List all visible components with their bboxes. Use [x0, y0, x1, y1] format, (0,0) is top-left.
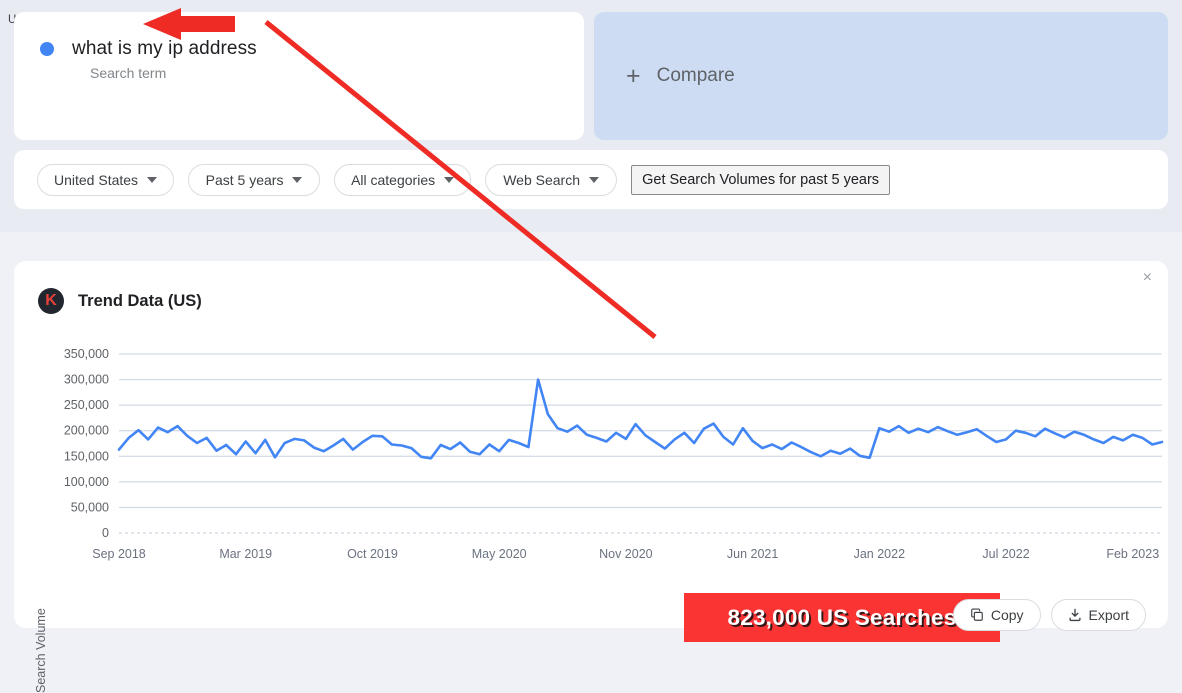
x-axis-tick-label: Feb 2023 — [1106, 547, 1159, 561]
trend-line-chart: 0 50,000 100,000 150,000 200,000 250,000 300,0… — [64, 347, 1164, 561]
get-search-volumes-button[interactable]: Get Search Volumes for past 5 years — [631, 164, 891, 195]
filter-chip-country-label: United States — [54, 171, 139, 188]
filter-chip-timerange[interactable]: Past 5 years — [188, 163, 321, 196]
x-axis-tick-label: Jan 2022 — [854, 547, 905, 561]
search-term-subtitle: Search term — [90, 65, 167, 81]
chevron-down-icon — [589, 176, 599, 183]
filter-chip-category-label: All categories — [351, 171, 436, 188]
x-axis-tick-label: Mar 2019 — [219, 547, 272, 561]
search-term-card[interactable]: what is my ip address Search term — [14, 12, 584, 140]
y-axis-tick-label: 200,000 — [64, 424, 109, 438]
compare-label: Compare — [656, 65, 735, 86]
get-search-volumes-label: Get Search Volumes for past 5 years — [642, 171, 880, 188]
chevron-down-icon — [444, 176, 455, 183]
filter-chip-country[interactable]: United States — [37, 163, 175, 196]
y-axis-tick-label: 100,000 — [64, 475, 109, 489]
x-axis-tick-label: May 2020 — [472, 547, 527, 561]
chevron-down-icon — [292, 176, 303, 183]
brand-logo-icon: K — [38, 288, 64, 314]
close-icon[interactable]: × — [1143, 270, 1152, 286]
chevron-down-icon — [147, 176, 158, 183]
filter-chip-searchtype[interactable]: Web Search — [485, 163, 618, 196]
page-title: Trend Data (US) — [78, 291, 202, 310]
y-axis-tick-label: 350,000 — [64, 347, 109, 361]
search-term-row: what is my ip address — [40, 38, 584, 60]
x-axis-tick-label: Jun 2021 — [727, 547, 778, 561]
compare-card[interactable]: + Compare — [594, 12, 1168, 140]
plus-icon: + — [626, 61, 641, 90]
series-color-dot — [40, 42, 54, 56]
search-term-label: what is my ip address — [72, 38, 257, 59]
top-cards-row: what is my ip address Search term + Comp… — [14, 12, 1168, 140]
x-axis-tick-label: Nov 2020 — [599, 547, 653, 561]
x-axis-tick-label: Sep 2018 — [92, 547, 146, 561]
chart-header: K Trend Data (US) — [38, 288, 202, 314]
y-axis-tick-label: 250,000 — [64, 398, 109, 412]
filter-chip-timerange-label: Past 5 years — [205, 171, 284, 188]
x-axis-tick-label: Jul 2022 — [982, 547, 1029, 561]
series-line-what-is-my-ip-address — [117, 378, 1164, 460]
y-axis-tick-label: 50,000 — [71, 500, 109, 514]
y-axis-tick-label: 300,000 — [64, 373, 109, 387]
y-axis-tick-label: 150,000 — [64, 449, 109, 463]
filter-bar: United States Past 5 years All categorie… — [14, 150, 1168, 209]
y-axis-tick-label: 0 — [102, 526, 109, 540]
trend-data-card: × K Trend Data (US) 823,000 US Searches … — [14, 261, 1168, 693]
x-axis-tick-label: Oct 2019 — [347, 547, 398, 561]
filter-chip-category[interactable]: All categories — [334, 163, 472, 196]
filter-chip-searchtype-label: Web Search — [503, 171, 580, 188]
